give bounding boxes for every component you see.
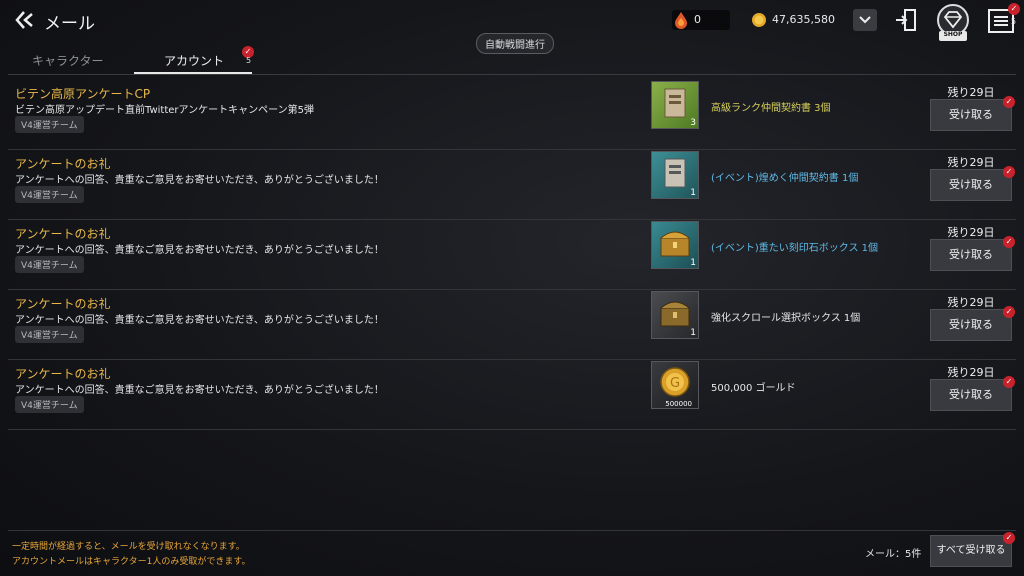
tabs-divider (8, 74, 1016, 75)
mail-count: メール：5件 (865, 549, 922, 560)
receive-button[interactable]: 受け取る ✓ (930, 236, 1015, 271)
remaining-days: 残り29日 (947, 366, 995, 379)
gold-amount: 47,635,580 (772, 13, 835, 26)
menu-badge-icon: ✓ (1008, 3, 1020, 15)
treasure-box-icon[interactable]: 1 (651, 221, 699, 269)
gold-item-icon[interactable]: G 500000 (651, 361, 699, 409)
mail-title: アンケートのお礼 (15, 227, 111, 241)
mail-body: アンケートへの回答、貴重なご意見をお寄せいただき、ありがとうございました！ (15, 175, 384, 186)
item-quantity: 500000 (665, 400, 692, 408)
receive-button-label: 受け取る (949, 178, 993, 191)
receive-button-label: 受け取る (949, 108, 993, 121)
item-name: (イベント)重たい刻印石ボックス 1個 (711, 243, 879, 254)
mail-sender: V4運営チーム (15, 326, 84, 343)
mail-body: アンケートへの回答、貴重なご意見をお寄せいただき、ありがとうございました！ (15, 245, 384, 256)
ruby-amount: 0 (694, 13, 701, 26)
tab-badge-count: 5 (246, 56, 252, 65)
item-name: 強化スクロール選択ボックス 1個 (711, 313, 861, 324)
receive-badge-icon: ✓ (1003, 166, 1015, 178)
mail-row: アンケートのお礼 アンケートへの回答、貴重なご意見をお寄せいただき、ありがとうご… (8, 219, 1016, 290)
receive-badge-icon: ✓ (1003, 306, 1015, 318)
item-quantity: 1 (690, 328, 696, 338)
item-name: (イベント)煌めく仲間契約書 1個 (711, 173, 859, 184)
item-quantity: 1 (690, 258, 696, 268)
receive-all-button[interactable]: すべて受け取る ✓ (930, 532, 1015, 567)
tab-account[interactable]: アカウント (164, 52, 224, 69)
remaining-days: 残り29日 (947, 86, 995, 99)
mail-row: アンケートのお礼 アンケートへの回答、貴重なご意見をお寄せいただき、ありがとうご… (8, 359, 1016, 430)
mail-sender: V4運営チーム (15, 186, 84, 203)
receive-button-label: 受け取る (949, 248, 993, 261)
scroll-box-icon[interactable]: 1 (651, 291, 699, 339)
footer-note-expiry: 一定時間が経過すると、メールを受け取れなくなります。 (12, 542, 245, 552)
receive-all-badge-icon: ✓ (1003, 532, 1015, 544)
currency-dropdown-button[interactable] (853, 9, 877, 31)
svg-text:G: G (670, 376, 680, 391)
item-name: 高級ランク仲間契約書 3個 (711, 103, 831, 114)
tab-character[interactable]: キャラクター (32, 52, 104, 69)
receive-button[interactable]: 受け取る ✓ (930, 376, 1015, 411)
ruby-icon (675, 12, 687, 29)
mail-body: アンケートへの回答、貴重なご意見をお寄せいただき、ありがとうございました！ (15, 315, 384, 326)
auto-battle-indicator[interactable]: 自動戦闘進行 (476, 33, 554, 54)
receive-button-label: 受け取る (949, 388, 993, 401)
remaining-days: 残り29日 (947, 156, 995, 169)
receive-button-label: 受け取る (949, 318, 993, 331)
footer-note-account: アカウントメールはキャラクター1人のみ受取ができます。 (12, 557, 251, 567)
gold-coin-icon (752, 13, 766, 27)
item-name: 500,000 ゴールド (711, 383, 796, 394)
exit-door-icon[interactable] (894, 7, 920, 33)
footer-divider (8, 530, 1016, 531)
menu-badge-count: 5 (1011, 17, 1017, 26)
mail-body: ビテン高原アップデート直前Twitterアンケートキャンペーン第5弾 (15, 105, 314, 116)
event-contract-icon[interactable]: 1 (651, 151, 699, 199)
contract-scroll-icon[interactable]: 3 (651, 81, 699, 129)
item-quantity: 3 (690, 118, 696, 128)
chevron-down-icon (859, 16, 871, 24)
mail-row: ビテン高原アンケートCP ビテン高原アップデート直前Twitterアンケートキャ… (8, 79, 1016, 150)
mail-body: アンケートへの回答、貴重なご意見をお寄せいただき、ありがとうございました！ (15, 385, 384, 396)
receive-button[interactable]: 受け取る ✓ (930, 166, 1015, 201)
mail-title: アンケートのお礼 (15, 157, 111, 171)
back-arrow-icon[interactable] (14, 9, 36, 31)
mail-title: アンケートのお礼 (15, 297, 111, 311)
mail-row: アンケートのお礼 アンケートへの回答、貴重なご意見をお寄せいただき、ありがとうご… (8, 289, 1016, 360)
mail-title: ビテン高原アンケートCP (15, 87, 151, 101)
receive-badge-icon: ✓ (1003, 236, 1015, 248)
mail-sender: V4運営チーム (15, 256, 84, 273)
mail-sender: V4運営チーム (15, 396, 84, 413)
receive-button[interactable]: 受け取る ✓ (930, 96, 1015, 131)
page-title: メール (44, 14, 95, 34)
mail-title: アンケートのお礼 (15, 367, 111, 381)
receive-badge-icon: ✓ (1003, 376, 1015, 388)
mail-sender: V4運営チーム (15, 116, 84, 133)
remaining-days: 残り29日 (947, 296, 995, 309)
receive-all-label: すべて受け取る (936, 545, 1006, 556)
mail-row: アンケートのお礼 アンケートへの回答、貴重なご意見をお寄せいただき、ありがとうご… (8, 149, 1016, 220)
receive-badge-icon: ✓ (1003, 96, 1015, 108)
receive-button[interactable]: 受け取る ✓ (930, 306, 1015, 341)
item-quantity: 1 (690, 188, 696, 198)
shop-label: SHOP (943, 31, 963, 38)
remaining-days: 残り29日 (947, 226, 995, 239)
